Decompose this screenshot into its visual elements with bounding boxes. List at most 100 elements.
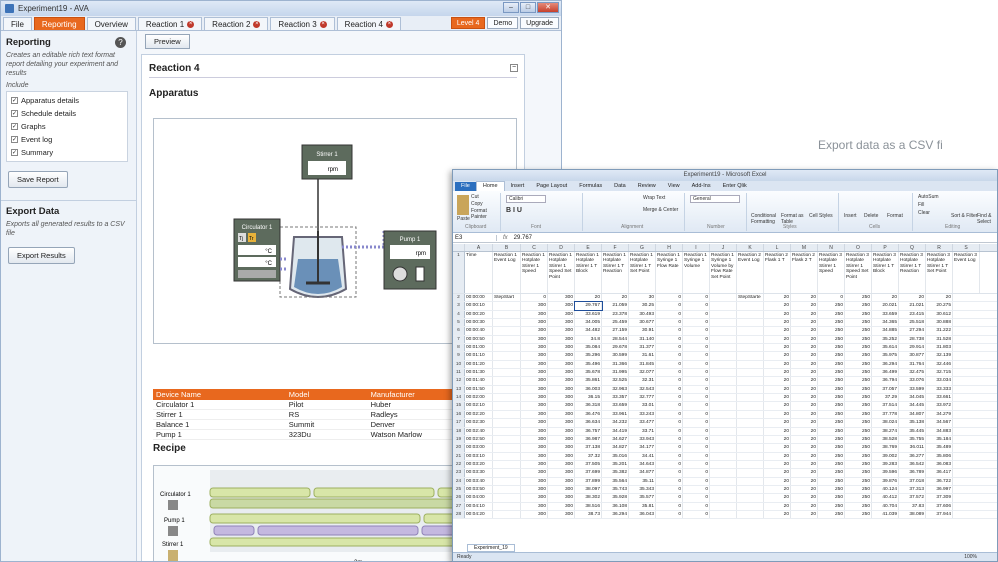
column-header[interactable]: N — [818, 244, 845, 251]
cell[interactable]: 00:02:00 — [465, 394, 493, 402]
copy-button[interactable]: Copy — [471, 201, 483, 207]
cell[interactable]: 250 — [818, 510, 845, 519]
row-number[interactable]: 5 — [453, 319, 465, 327]
cell[interactable]: 40.412 — [872, 494, 899, 502]
cell[interactable]: 250 — [818, 335, 845, 344]
cell[interactable]: 25.518 — [899, 319, 926, 327]
cell[interactable]: 20 — [764, 302, 791, 310]
cell[interactable] — [737, 510, 764, 519]
autosum-button[interactable]: AutoSum — [918, 194, 939, 200]
checkbox-checked-icon[interactable]: ✓ — [11, 123, 18, 130]
cell[interactable]: 250 — [818, 377, 845, 385]
cell[interactable]: 250 — [845, 469, 872, 477]
cell[interactable]: 35.861 — [575, 377, 602, 385]
cell[interactable]: 250 — [818, 460, 845, 469]
tab-overview[interactable]: Overview — [86, 17, 136, 30]
cell[interactable]: 20 — [791, 360, 818, 369]
cell[interactable] — [493, 485, 521, 494]
cell[interactable]: 250 — [845, 377, 872, 385]
ribbon-tab[interactable]: Home — [475, 181, 505, 191]
cell[interactable]: 35.678 — [575, 369, 602, 377]
cell[interactable]: 34.883 — [926, 427, 953, 435]
column-header[interactable]: F — [602, 244, 629, 251]
header-cell[interactable]: Reaction 1 Hotplate Stirrer 1 Speed Set … — [548, 252, 575, 293]
cell[interactable]: 31.222 — [926, 327, 953, 335]
cell[interactable]: 33.076 — [899, 377, 926, 385]
cell[interactable]: 20 — [764, 385, 791, 394]
cell[interactable] — [710, 469, 737, 477]
minimize-button[interactable]: – — [503, 2, 519, 13]
sort-filter-button[interactable]: Sort & Filter — [951, 213, 977, 219]
cell[interactable] — [710, 427, 737, 435]
cell[interactable]: 33.333 — [926, 385, 953, 394]
header-cell[interactable]: Reaction 1 Syringe 1 Volume — [683, 252, 710, 293]
cell[interactable]: 20 — [791, 302, 818, 310]
cell[interactable] — [737, 360, 764, 369]
cell[interactable]: 0 — [683, 385, 710, 394]
cell[interactable]: 33.71 — [629, 427, 656, 435]
cell[interactable]: 20 — [791, 344, 818, 352]
tab-reporting[interactable]: Reporting — [33, 17, 85, 30]
paste-icon[interactable] — [457, 195, 469, 215]
cell[interactable]: 300 — [548, 352, 575, 360]
cell[interactable]: 00:02:10 — [465, 402, 493, 410]
cell[interactable]: 0 — [656, 419, 683, 427]
cell[interactable]: 20 — [791, 294, 818, 302]
cell[interactable]: 00:01:20 — [465, 360, 493, 369]
cell[interactable] — [710, 385, 737, 394]
cell[interactable] — [493, 394, 521, 402]
cell[interactable]: 33.961 — [602, 410, 629, 419]
cell[interactable]: 300 — [548, 444, 575, 452]
column-header[interactable]: P — [872, 244, 899, 251]
cell[interactable]: 300 — [548, 452, 575, 460]
cell[interactable]: 20 — [764, 427, 791, 435]
column-header[interactable]: C — [521, 244, 548, 251]
cell[interactable]: 20 — [791, 310, 818, 319]
cell[interactable]: 300 — [548, 327, 575, 335]
cell[interactable]: 0 — [818, 294, 845, 302]
cell[interactable]: 33.01 — [629, 402, 656, 410]
cell[interactable]: 29.767 — [574, 301, 603, 311]
header-cell[interactable]: Reaction 1 Hotplate Stirrer 1 T Block — [575, 252, 602, 293]
header-cell[interactable]: Reaction 1 Syringe 1 Flow Rate — [656, 252, 683, 293]
cell[interactable]: 35.489 — [926, 444, 953, 452]
column-header[interactable]: S — [953, 244, 980, 251]
cell[interactable]: 20 — [791, 402, 818, 410]
ribbon-tab[interactable]: Insert — [505, 182, 531, 191]
cell[interactable]: 20 — [764, 335, 791, 344]
cell[interactable]: 20 — [764, 452, 791, 460]
cell[interactable]: 250 — [845, 444, 872, 452]
cell[interactable] — [737, 310, 764, 319]
cell[interactable]: 37.899 — [575, 477, 602, 485]
cell[interactable]: 250 — [818, 485, 845, 494]
cell[interactable] — [710, 485, 737, 494]
cell[interactable] — [710, 435, 737, 444]
header-cell[interactable]: Reaction 2 Flask 1 T — [764, 252, 791, 293]
cell[interactable]: 250 — [818, 469, 845, 477]
cell[interactable]: 00:04:10 — [465, 502, 493, 510]
cell[interactable]: 250 — [818, 452, 845, 460]
cell[interactable]: 0 — [683, 460, 710, 469]
ribbon-tab[interactable]: Add-Ins — [686, 182, 717, 191]
cell[interactable]: 35.11 — [629, 477, 656, 485]
cell[interactable]: 0 — [683, 485, 710, 494]
ribbon-tab[interactable]: Enter Qlik — [717, 182, 753, 191]
header-cell[interactable]: Time — [465, 252, 493, 293]
cell[interactable]: 35.138 — [899, 419, 926, 427]
tab-reaction-2[interactable]: Reaction 2 × — [204, 17, 269, 30]
cell[interactable]: 28.544 — [602, 335, 629, 344]
row-number[interactable]: 8 — [453, 344, 465, 352]
cell[interactable]: 300 — [548, 385, 575, 394]
cell[interactable]: 36.542 — [899, 460, 926, 469]
cell[interactable]: 300 — [521, 369, 548, 377]
cell[interactable] — [737, 302, 764, 310]
cell[interactable]: 0 — [683, 344, 710, 352]
cell[interactable]: 0 — [683, 477, 710, 485]
cell[interactable]: 0 — [656, 477, 683, 485]
cell[interactable]: 39.596 — [872, 469, 899, 477]
cell[interactable] — [493, 360, 521, 369]
checkbox-checked-icon[interactable]: ✓ — [11, 136, 18, 143]
cell[interactable]: 00:03:00 — [465, 444, 493, 452]
cell[interactable]: 36.294 — [602, 510, 629, 519]
ribbon-tab[interactable]: Page Layout — [530, 182, 573, 191]
